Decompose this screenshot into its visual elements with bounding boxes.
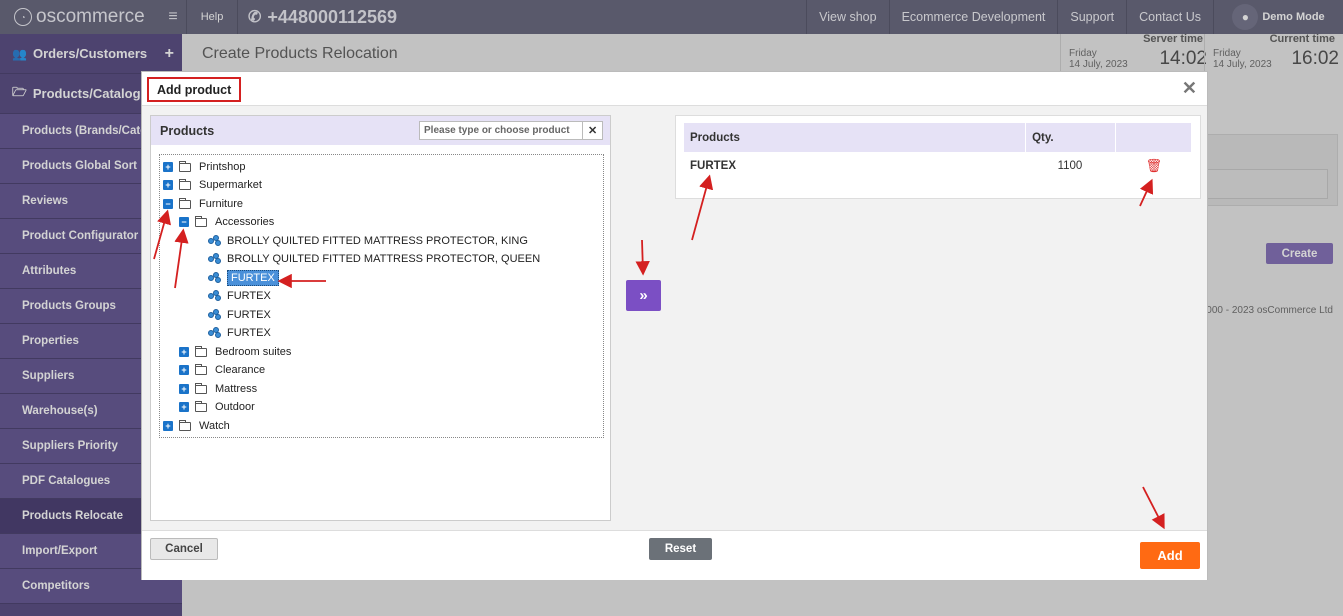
tree-product-furtex[interactable]: FURTEX bbox=[208, 306, 271, 324]
tree-node-outdoor[interactable]: + Outdoor bbox=[179, 398, 255, 416]
product-tree-panel: Products ✕ +Printshop +Supermarket −Furn… bbox=[150, 115, 611, 521]
tree-node-mattress[interactable]: + Mattress bbox=[179, 380, 257, 398]
folder-icon bbox=[195, 363, 207, 375]
category-tree: + Printshop + Supermarket − Furniture − Acce… bbox=[159, 154, 604, 438]
product-icon bbox=[208, 290, 222, 302]
tree-node-label: FURTEX bbox=[227, 290, 271, 302]
collapse-minus-icon[interactable]: − bbox=[179, 217, 189, 227]
close-icon[interactable]: ✕ bbox=[1182, 78, 1197, 99]
selected-products-panel: Products Qty. FURTEX 1100 🗑 bbox=[675, 115, 1201, 199]
modal-title: Add product bbox=[147, 77, 242, 102]
tree-node-supermarket[interactable]: + Supermarket bbox=[163, 176, 262, 194]
tree-node-label: FURTEX bbox=[227, 270, 279, 286]
folder-open-icon bbox=[179, 197, 191, 209]
tree-node-label: BROLLY QUILTED FITTED MATTRESS PROTECTOR… bbox=[227, 253, 541, 265]
reset-button[interactable]: Reset bbox=[649, 538, 712, 560]
double-chevron-right-icon: » bbox=[639, 287, 648, 304]
tree-node-label: Mattress bbox=[215, 383, 258, 395]
table-row: FURTEX 1100 🗑 bbox=[684, 152, 1192, 180]
tree-product-brolly-queen[interactable]: BROLLY QUILTED FITTED MATTRESS PROTECTOR… bbox=[208, 250, 540, 268]
expand-plus-icon[interactable]: + bbox=[179, 347, 189, 357]
expand-plus-icon[interactable]: + bbox=[179, 365, 189, 375]
product-icon bbox=[208, 253, 222, 265]
tree-panel-header: Products ✕ bbox=[151, 116, 610, 145]
tree-node-label: Clearance bbox=[215, 364, 266, 376]
folder-icon bbox=[179, 178, 191, 190]
column-products: Products bbox=[684, 123, 1027, 152]
tree-node-watch[interactable]: + Watch bbox=[163, 417, 230, 435]
expand-plus-icon[interactable]: + bbox=[163, 180, 173, 190]
actions-cell: 🗑 bbox=[1116, 152, 1192, 180]
product-name-cell: FURTEX bbox=[690, 160, 736, 172]
expand-plus-icon[interactable]: + bbox=[163, 421, 173, 431]
tree-product-furtex[interactable]: FURTEX bbox=[208, 287, 271, 305]
product-icon bbox=[208, 327, 222, 339]
tree-node-label: Accessories bbox=[215, 216, 275, 228]
tree-node-accessories[interactable]: − Accessories bbox=[179, 213, 274, 231]
column-actions bbox=[1115, 123, 1192, 152]
tree-node-label: Bedroom suites bbox=[215, 346, 292, 358]
expand-plus-icon[interactable]: + bbox=[163, 162, 173, 172]
folder-icon bbox=[195, 400, 207, 412]
add-button[interactable]: Add bbox=[1140, 542, 1200, 569]
tree-product-brolly-king[interactable]: BROLLY QUILTED FITTED MATTRESS PROTECTOR… bbox=[208, 232, 528, 250]
tree-node-label: Supermarket bbox=[199, 179, 262, 191]
folder-icon bbox=[179, 419, 191, 431]
expand-plus-icon[interactable]: + bbox=[179, 402, 189, 412]
tree-heading: Products bbox=[160, 123, 215, 138]
trash-icon[interactable]: 🗑 bbox=[1146, 158, 1163, 173]
tree-node-label: FURTEX bbox=[227, 327, 271, 339]
product-icon bbox=[208, 309, 222, 321]
folder-icon bbox=[195, 382, 207, 394]
tree-product-furtex[interactable]: FURTEX bbox=[208, 324, 271, 342]
product-search: ✕ bbox=[419, 121, 603, 140]
tree-node-furniture[interactable]: − Furniture bbox=[163, 195, 243, 213]
tree-node-label: Outdoor bbox=[215, 401, 255, 413]
tree-node-label: Furniture bbox=[199, 198, 244, 210]
collapse-minus-icon[interactable]: − bbox=[163, 199, 173, 209]
product-icon bbox=[208, 272, 222, 284]
folder-open-icon bbox=[195, 215, 207, 227]
tree-node-label: Printshop bbox=[199, 161, 246, 173]
product-icon bbox=[208, 235, 222, 247]
selected-products-table: Products Qty. FURTEX 1100 🗑 bbox=[684, 123, 1192, 180]
add-product-modal: Add product ✕ Products ✕ + Printshop + Sup… bbox=[141, 71, 1208, 580]
add-to-list-button[interactable]: » bbox=[626, 280, 661, 311]
clear-search-icon[interactable]: ✕ bbox=[582, 122, 602, 139]
modal-footer: Cancel Reset Add bbox=[142, 530, 1207, 580]
tree-node-clearance[interactable]: + Clearance bbox=[179, 361, 265, 379]
folder-icon bbox=[195, 345, 207, 357]
modal-header: Add product ✕ bbox=[142, 72, 1207, 106]
tree-node-bedroom-suites[interactable]: + Bedroom suites bbox=[179, 343, 291, 361]
tree-node-label: FURTEX bbox=[227, 309, 271, 321]
tree-product-furtex-selected[interactable]: FURTEX bbox=[208, 269, 279, 287]
folder-icon bbox=[179, 160, 191, 172]
tree-node-printshop[interactable]: + Printshop bbox=[163, 158, 245, 176]
product-search-input[interactable] bbox=[420, 122, 583, 139]
tree-node-label: BROLLY QUILTED FITTED MATTRESS PROTECTOR… bbox=[227, 235, 528, 247]
cancel-button[interactable]: Cancel bbox=[150, 538, 218, 560]
qty-cell[interactable]: 1100 bbox=[1026, 152, 1116, 180]
expand-plus-icon[interactable]: + bbox=[179, 384, 189, 394]
column-qty: Qty. bbox=[1025, 123, 1117, 152]
tree-node-label: Watch bbox=[199, 420, 230, 432]
